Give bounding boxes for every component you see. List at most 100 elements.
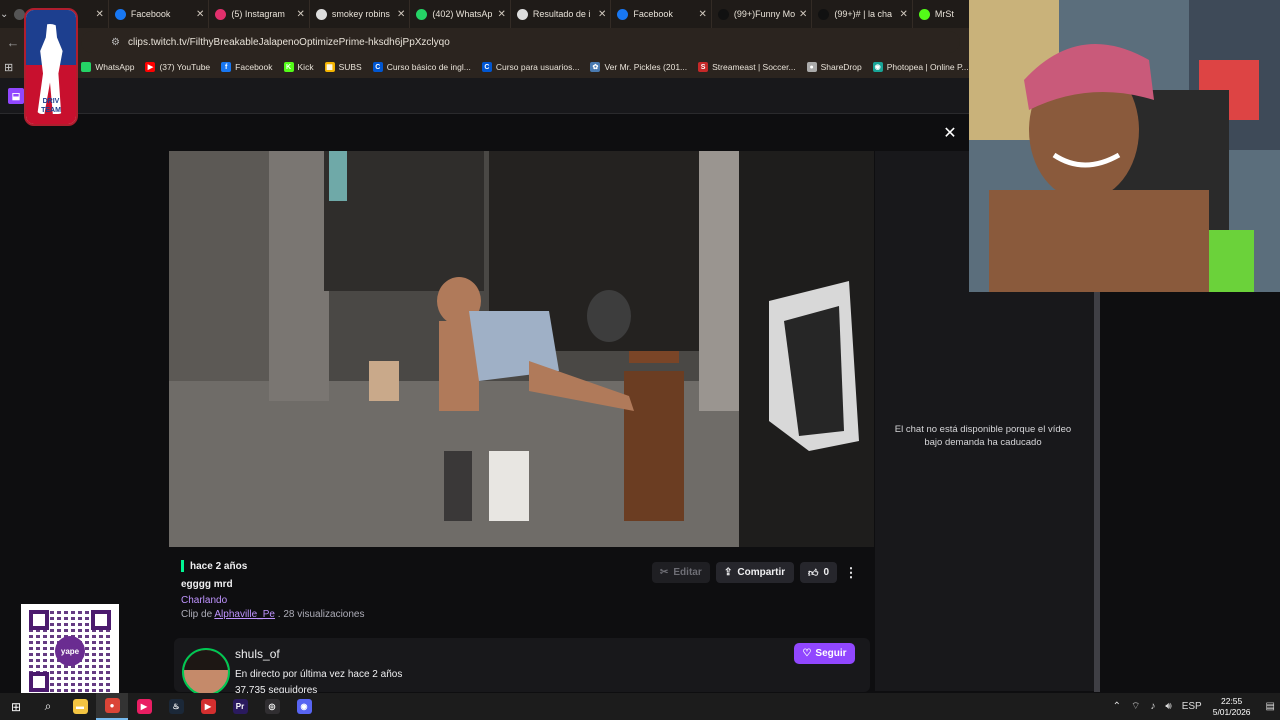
microphone-icon[interactable]: ♪ (1150, 701, 1155, 712)
bookmark-item[interactable]: ▶ (37) YouTube (145, 62, 210, 72)
volume-icon[interactable]: 🔊︎ (1165, 701, 1171, 712)
kick-icon (918, 8, 930, 20)
facebook-icon (617, 8, 629, 20)
apps-grid-icon[interactable]: ⊞ (4, 61, 13, 74)
url-field[interactable]: ⚙ clips.twitch.tv/FilthyBreakableJalapen… (81, 31, 960, 53)
windows-taskbar: ⊞ ⌕ ▬ ● ▶ ♨ ▶ Pr ◎ ◉ ⌃ ⌔ ♪ 🔊︎ ESP 22:55 5/01/20… (0, 693, 1280, 720)
channel-card: shuls_of En directo por última vez hace … (174, 638, 870, 696)
whatsapp-icon (416, 8, 428, 20)
browser-tab[interactable]: Facebook ✕ (109, 0, 210, 28)
heart-icon: ♡ (802, 648, 812, 659)
steam-icon[interactable]: ♨ (160, 693, 192, 720)
tab-title: Facebook (633, 9, 673, 19)
back-icon[interactable]: ← (0, 35, 26, 50)
bookmark-item[interactable]: WhatsApp (81, 62, 134, 72)
bookmark-item[interactable]: ◉ Photopea | Online P... (872, 62, 969, 72)
obs-icon[interactable]: ◎ (256, 693, 288, 720)
taskbar-app-glyph: ▶ (200, 699, 216, 714)
bookmark-label: ShareDrop (820, 62, 862, 72)
chrome-icon[interactable]: ● (96, 693, 128, 720)
taskbar-app-glyph: ◉ (296, 699, 312, 714)
bookmark-label: Photopea | Online P... (886, 62, 969, 72)
video-editor-icon[interactable]: ▶ (192, 693, 224, 720)
clip-video-player[interactable] (169, 151, 874, 547)
like-button[interactable]: 👍︎ 0 (800, 562, 837, 583)
bookmark-item[interactable]: K Kick (283, 62, 314, 72)
edit-button[interactable]: ✂ Editar (652, 562, 710, 583)
close-tab-icon[interactable]: ✕ (799, 9, 807, 20)
discord-icon[interactable]: ◉ (288, 693, 320, 720)
close-tab-icon[interactable]: ✕ (598, 9, 606, 20)
clock-date: 5/01/2026 (1212, 706, 1251, 717)
notifications-icon[interactable]: ▤ (1266, 701, 1275, 712)
category-link[interactable]: Charlando (181, 595, 871, 606)
twitch-header (0, 78, 970, 114)
network-icon[interactable]: ⌔ (1131, 700, 1140, 713)
page-scrollbar[interactable] (1094, 292, 1100, 692)
file-explorer-icon[interactable]: ▬ (64, 693, 96, 720)
bookmark-item[interactable]: ▦ SUBS (324, 62, 362, 72)
bookmark-label: Curso básico de ingl... (386, 62, 471, 72)
close-tab-icon[interactable]: ✕ (699, 9, 707, 20)
taskbar-app-glyph: ● (104, 698, 120, 713)
media-player-icon[interactable]: ▶ (128, 693, 160, 720)
bookmark-icon: C (481, 62, 492, 72)
close-icon[interactable]: ✕ (940, 124, 960, 144)
bookmark-item[interactable]: C Curso básico de ingl... (372, 62, 471, 72)
clip-author-link[interactable]: Alphaville_Pe (214, 609, 275, 620)
bookmark-label: WhatsApp (95, 62, 135, 72)
browser-tab-bar: ⌄ estaña ✕ Facebook ✕ (5) Instagram ✕ sm… (0, 0, 1014, 28)
twitch-logo-icon[interactable]: ⬓ (8, 88, 24, 104)
close-tab-icon[interactable]: ✕ (297, 9, 305, 20)
browser-tab[interactable]: (402) WhatsAp ✕ (410, 0, 511, 28)
bookmark-icon: ● (806, 62, 817, 72)
close-tab-icon[interactable]: ✕ (196, 9, 204, 20)
more-options-icon[interactable]: ⋮ (843, 562, 859, 583)
facebook-icon (114, 8, 126, 20)
share-button[interactable]: ⇪ Compartir (716, 562, 794, 583)
channel-name[interactable]: shuls_of (235, 647, 280, 661)
close-tab-icon[interactable]: ✕ (498, 9, 506, 20)
bookmark-icon: f (221, 62, 232, 72)
clock-time: 22:55 (1220, 695, 1243, 706)
chevron-up-icon[interactable]: ⌃ (1113, 701, 1121, 712)
bookmark-item[interactable]: S Streameast | Soccer... (698, 62, 796, 72)
site-info-icon[interactable]: ⚙ (111, 37, 120, 48)
search-icon[interactable]: ⌕ (32, 693, 64, 720)
tab-search-icon[interactable]: ⌄ (0, 0, 8, 28)
browser-tab[interactable]: (99+)# | la cha ✕ (812, 0, 913, 28)
follow-button[interactable]: ♡ Seguir (794, 643, 855, 664)
bookmark-item[interactable]: ● ShareDrop (806, 62, 862, 72)
bookmark-item[interactable]: f Facebook (221, 62, 273, 72)
windows-start-icon[interactable]: ⊞ (0, 693, 32, 720)
clip-by-prefix: Clip de (181, 609, 213, 620)
tab-title: Resultado de i (532, 9, 591, 19)
bookmark-icon (81, 62, 92, 72)
system-tray: ⌃ ⌔ ♪ 🔊︎ ESP 22:55 5/01/2026 ▤ (1108, 693, 1280, 720)
language-indicator[interactable]: ESP (1182, 701, 1202, 712)
taskbar-app-glyph: Pr (232, 699, 248, 714)
avatar[interactable] (182, 648, 230, 696)
bookmark-icon: C (372, 62, 383, 72)
browser-tab[interactable]: Resultado de i ✕ (511, 0, 612, 28)
bookmark-label: Ver Mr. Pickles (201... (604, 62, 688, 72)
clock[interactable]: 22:55 5/01/2026 (1213, 696, 1251, 718)
browser-tab[interactable]: (99+)Funny Mo ✕ (712, 0, 813, 28)
close-tab-icon[interactable]: ✕ (397, 9, 405, 20)
bookmark-label: Kick (297, 62, 314, 72)
browser-tab[interactable]: (5) Instagram ✕ (209, 0, 310, 28)
webcam-frame (969, 0, 1280, 292)
taskbar-app-glyph: ▬ (72, 699, 88, 714)
browser-tab[interactable]: smokey robins ✕ (310, 0, 411, 28)
bookmark-item[interactable]: ✿ Ver Mr. Pickles (201... (590, 62, 687, 72)
bookmark-label: Streameast | Soccer... (712, 62, 796, 72)
premiere-icon[interactable]: Pr (224, 693, 256, 720)
bookmark-item[interactable]: C Curso para usuarios... (481, 62, 579, 72)
browser-tab[interactable]: Facebook ✕ (611, 0, 712, 28)
close-tab-icon[interactable]: ✕ (900, 9, 908, 20)
close-tab-icon[interactable]: ✕ (96, 9, 104, 20)
tab-title: (99+)# | la cha (834, 9, 893, 19)
tiktok-icon (717, 8, 729, 20)
google-icon (516, 8, 528, 20)
browser-address-bar: ← ⚙ clips.twitch.tv/FilthyBreakableJalap… (0, 28, 970, 56)
